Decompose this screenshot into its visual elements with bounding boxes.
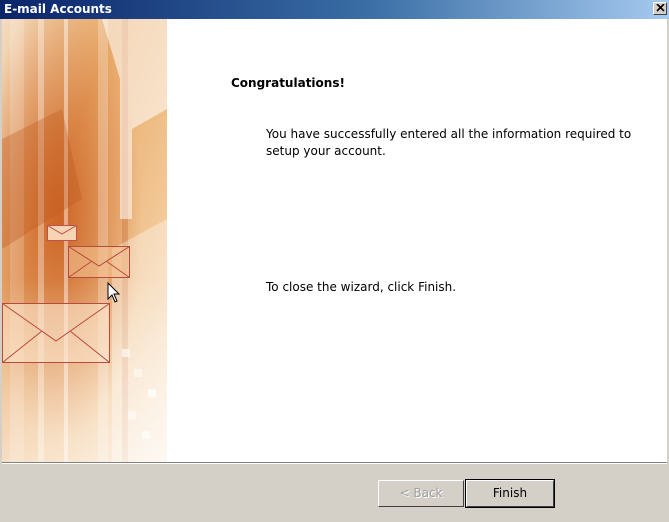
mouse-cursor-icon (107, 282, 121, 303)
window-title: E-mail Accounts (4, 2, 112, 16)
envelope-icon (2, 303, 110, 363)
wizard-page: Congratulations! You have successfully e… (2, 19, 667, 462)
close-icon (656, 4, 665, 12)
button-area-divider (2, 462, 667, 464)
close-instructions: To close the wizard, click Finish. (266, 280, 457, 294)
wizard-banner-image (2, 19, 167, 462)
success-message: You have successfully entered all the in… (266, 127, 632, 158)
finish-button[interactable]: Finish (465, 479, 555, 508)
title-bar[interactable]: E-mail Accounts (0, 0, 669, 19)
close-button[interactable] (653, 2, 667, 15)
envelope-icon (47, 225, 77, 241)
envelope-icon (68, 246, 130, 278)
email-accounts-dialog: E-mail Accounts Congratulations! You hav… (0, 0, 669, 522)
page-heading: Congratulations! (231, 76, 345, 90)
back-button[interactable]: < Back (378, 480, 464, 507)
